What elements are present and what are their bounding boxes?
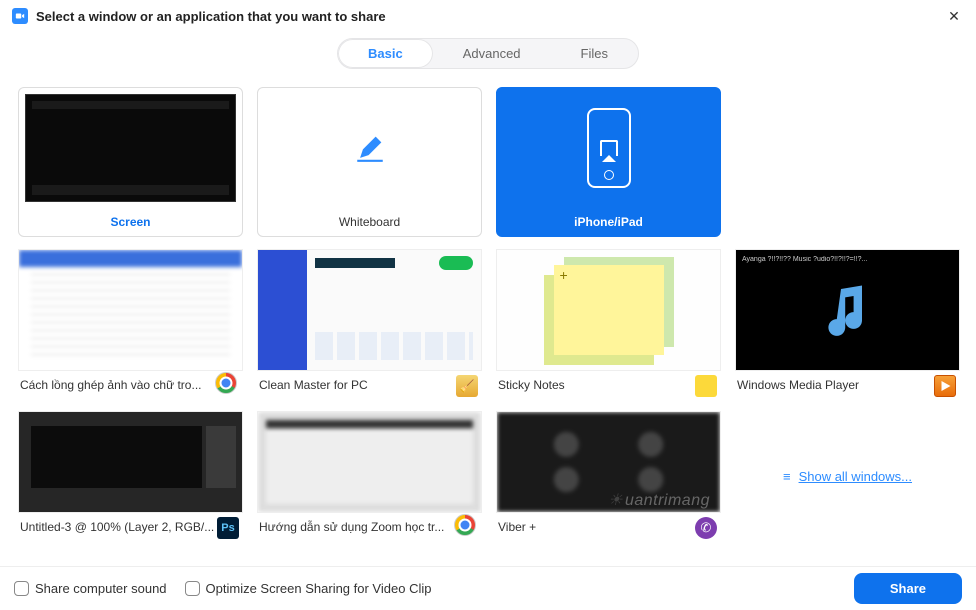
app-window-5[interactable]: Hướng dẫn sử dụng Zoom học tr...	[257, 411, 482, 541]
tab-advanced[interactable]: Advanced	[433, 39, 551, 68]
app-thumb: uantrimang	[496, 411, 721, 513]
app-label: Untitled-3 @ 100% (Layer 2, RGB/...	[20, 520, 241, 534]
chrome-icon	[454, 514, 476, 536]
tab-bar: Basic Advanced Files	[0, 38, 976, 69]
option-screen[interactable]: Screen	[18, 87, 243, 237]
app-thumb	[257, 411, 482, 513]
photoshop-icon: Ps	[217, 517, 239, 539]
show-all-windows[interactable]: ≡ Show all windows...	[735, 411, 960, 541]
wmp-nowplaying: Ayanga ?!!?!!?? Music ?udio?!!?!!?=!!?..…	[742, 256, 953, 263]
thumb-whiteboard	[258, 88, 481, 208]
thumb-screen	[19, 88, 242, 208]
tab-basic[interactable]: Basic	[338, 39, 433, 68]
zoom-icon	[12, 8, 28, 24]
option-whiteboard[interactable]: Whiteboard	[257, 87, 482, 237]
share-button[interactable]: Share	[854, 573, 962, 604]
app-label: Sticky Notes	[498, 378, 719, 392]
thumb-iphone	[497, 88, 720, 208]
app-label: Clean Master for PC	[259, 378, 480, 392]
app-window-4[interactable]: Untitled-3 @ 100% (Layer 2, RGB/... Ps	[18, 411, 243, 541]
chrome-icon	[215, 372, 237, 394]
checkbox-share-sound[interactable]: Share computer sound	[14, 581, 167, 596]
app-label: Windows Media Player	[737, 378, 958, 392]
app-label: Hướng dẫn sử dụng Zoom học tr...	[259, 520, 454, 534]
app-window-3[interactable]: Ayanga ?!!?!!?? Music ?udio?!!?!!?=!!?..…	[735, 249, 960, 399]
label-screen: Screen	[19, 208, 242, 236]
label-iphone: iPhone/iPad	[497, 208, 720, 236]
checkbox-optimize-video[interactable]: Optimize Screen Sharing for Video Clip	[185, 581, 432, 596]
checkbox-box	[14, 581, 29, 596]
window-title: Select a window or an application that y…	[36, 9, 944, 24]
footer: Share computer sound Optimize Screen Sha…	[0, 566, 976, 610]
wmp-icon	[934, 375, 956, 397]
music-note-icon	[813, 275, 883, 345]
pencil-icon	[353, 131, 387, 165]
app-window-6[interactable]: uantrimang Viber +	[496, 411, 721, 541]
option-iphone-ipad[interactable]: iPhone/iPad	[496, 87, 721, 237]
expand-icon: ≡	[783, 469, 791, 484]
viber-icon	[695, 517, 717, 539]
app-window-0[interactable]: Cách lồng ghép ảnh vào chữ tro...	[18, 249, 243, 399]
app-window-2[interactable]: Sticky Notes	[496, 249, 721, 399]
app-window-1[interactable]: Clean Master for PC 🧹	[257, 249, 482, 399]
show-all-link[interactable]: Show all windows...	[799, 469, 912, 484]
brush-icon: 🧹	[456, 375, 478, 397]
stickynotes-icon	[695, 375, 717, 397]
checkbox-box	[185, 581, 200, 596]
tab-files[interactable]: Files	[551, 39, 638, 68]
app-thumb	[496, 249, 721, 371]
checkbox-label: Optimize Screen Sharing for Video Clip	[206, 581, 432, 596]
label-whiteboard: Whiteboard	[258, 208, 481, 236]
phone-icon	[587, 108, 631, 188]
app-thumb	[18, 249, 243, 371]
airplay-icon	[600, 140, 618, 156]
app-label: Cách lồng ghép ảnh vào chữ tro...	[20, 378, 215, 392]
close-button[interactable]: ✕	[944, 6, 964, 26]
app-thumb	[257, 249, 482, 371]
checkbox-label: Share computer sound	[35, 581, 167, 596]
app-label: Viber +	[498, 520, 719, 534]
app-thumb: Ayanga ?!!?!!?? Music ?udio?!!?!!?=!!?..…	[735, 249, 960, 371]
app-thumb	[18, 411, 243, 513]
